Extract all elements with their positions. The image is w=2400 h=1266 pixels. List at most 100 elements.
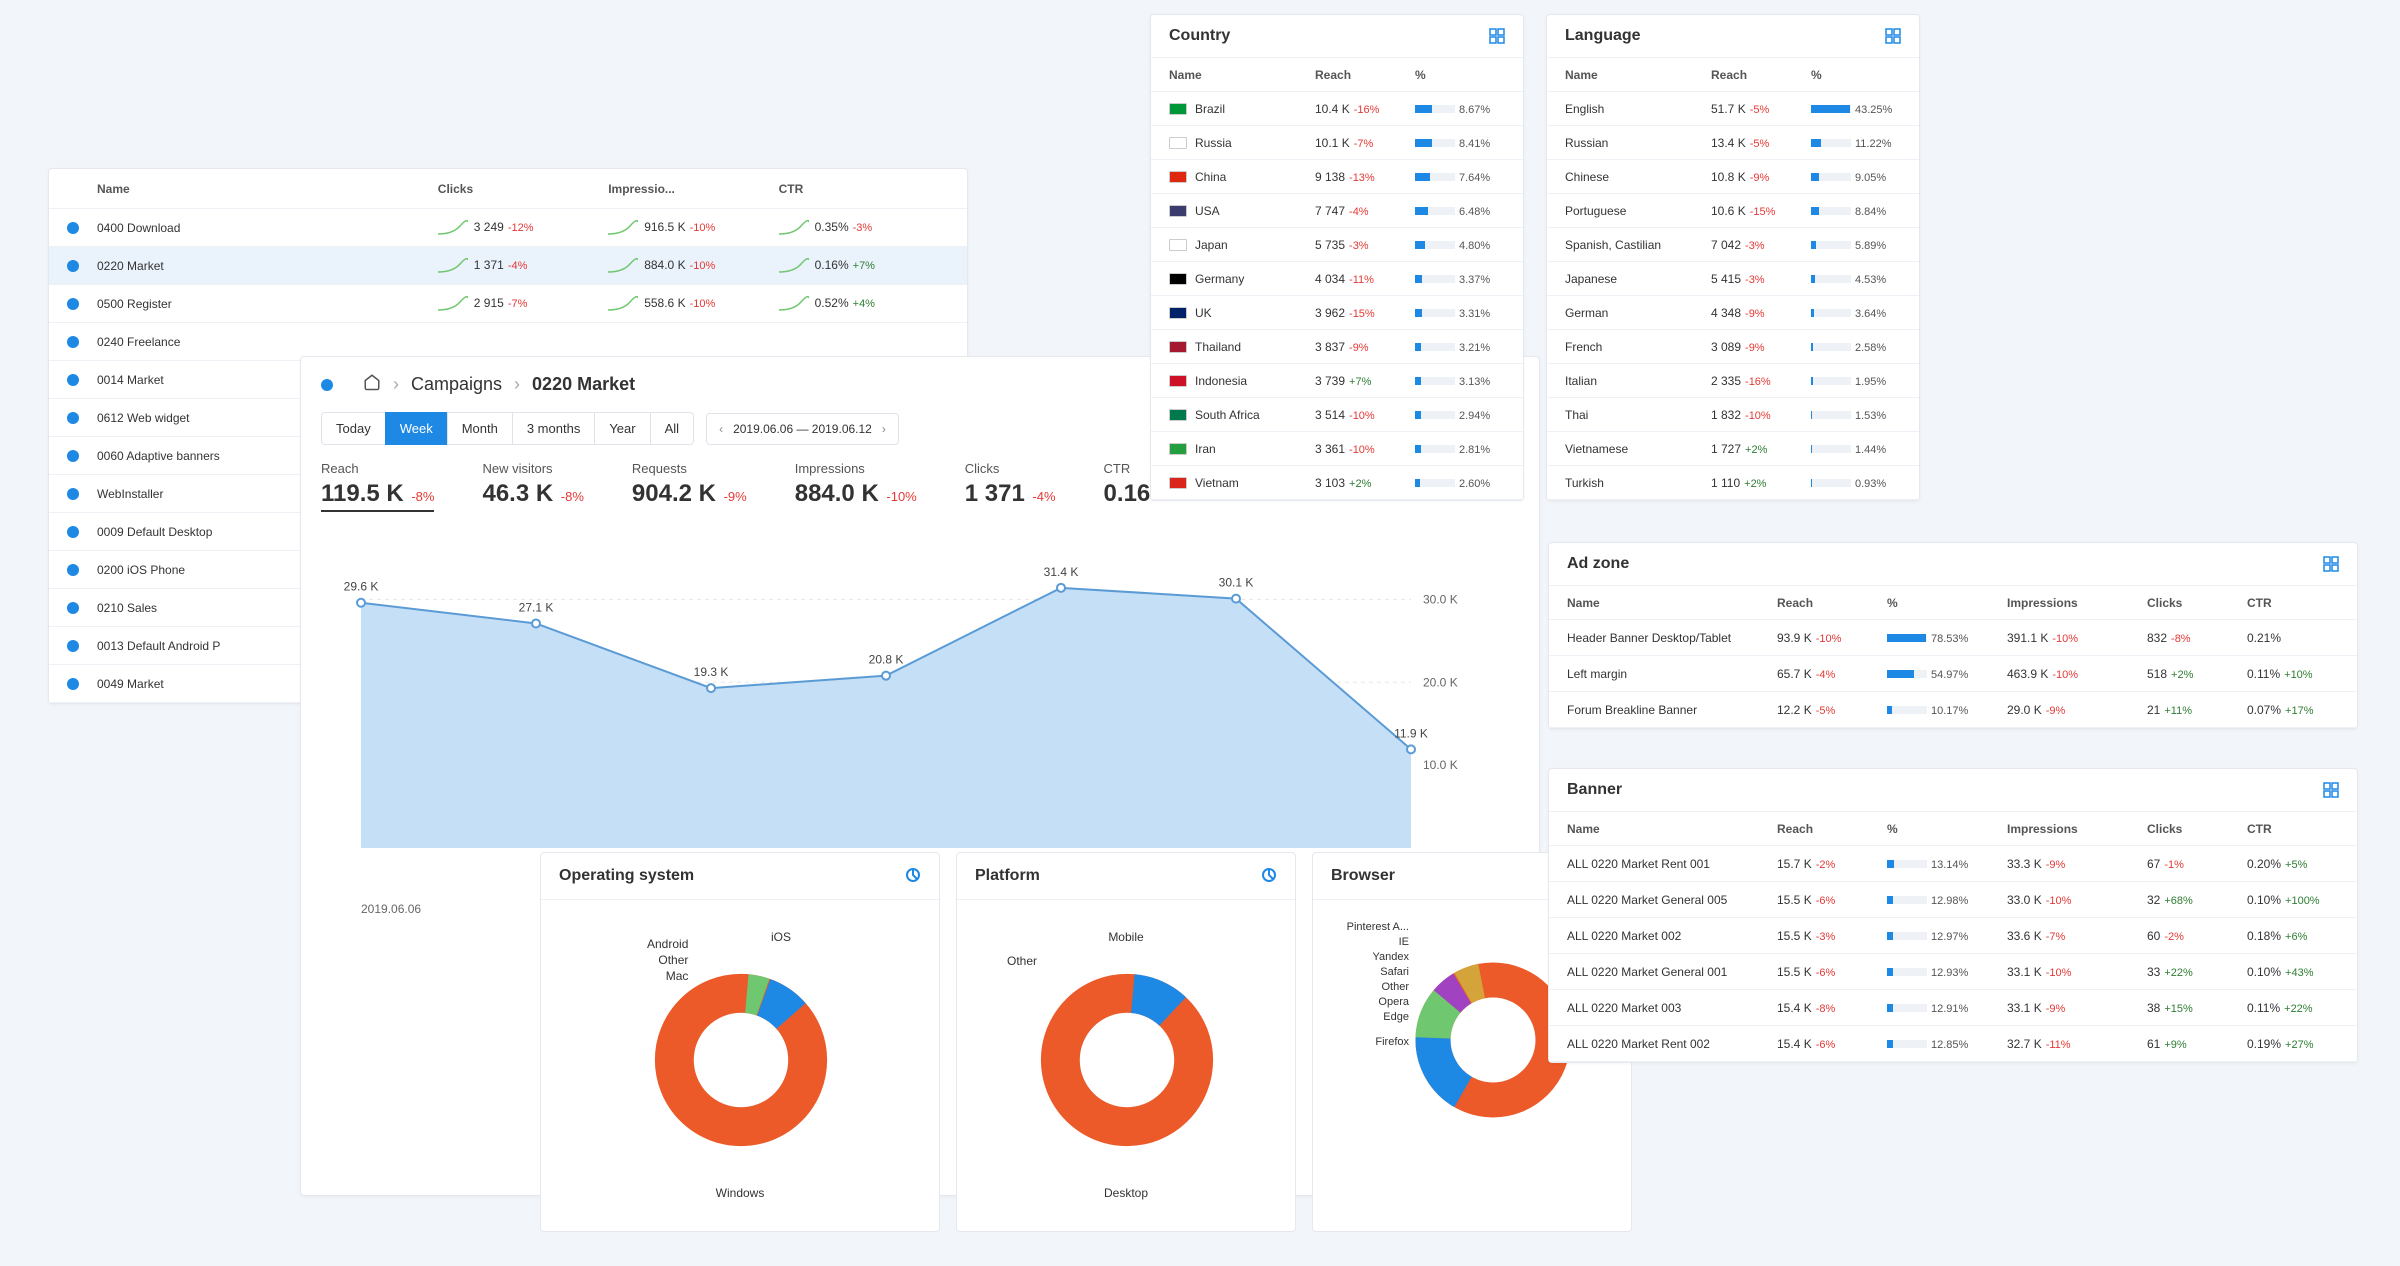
language-row[interactable]: Italian2 335-16%1.95% <box>1547 364 1919 398</box>
country-row[interactable]: China9 138-13%7.64% <box>1151 160 1523 194</box>
table-row[interactable]: ALL 0220 Market 00315.4 K-8%12.91%33.1 K… <box>1549 990 2357 1026</box>
kpi-label: Clicks <box>965 461 1056 476</box>
country-row[interactable]: Russia10.1 K-7%8.41% <box>1151 126 1523 160</box>
language-row[interactable]: Russian13.4 K-5%11.22% <box>1547 126 1919 160</box>
col-pct: % <box>1887 822 2007 836</box>
country-row[interactable]: UK3 962-15%3.31% <box>1151 296 1523 330</box>
svg-text:11.9 K: 11.9 K <box>1394 726 1428 740</box>
table-row[interactable]: ALL 0220 Market General 00115.5 K-6%12.9… <box>1549 954 2357 990</box>
table-row[interactable]: ALL 0220 Market Rent 00215.4 K-6%12.85%3… <box>1549 1026 2357 1062</box>
home-icon[interactable] <box>363 373 381 396</box>
status-dot <box>67 488 79 500</box>
language-row[interactable]: Spanish, Castilian7 042-3%5.89% <box>1547 228 1919 262</box>
reach-chart: 10.0 K20.0 K30.0 K29.6 K27.1 K19.3 K20.8… <box>321 528 1519 908</box>
svg-text:27.1 K: 27.1 K <box>519 600 554 614</box>
bc-current: 0220 Market <box>532 374 635 395</box>
col-clicks: Clicks <box>2147 596 2247 610</box>
status-dot <box>67 260 79 272</box>
table-row[interactable]: ALL 0220 Market Rent 00115.7 K-2%13.14%3… <box>1549 846 2357 882</box>
svg-text:10.0 K: 10.0 K <box>1423 758 1458 772</box>
table-row[interactable]: Left margin65.7 K-4%54.97%463.9 K-10%518… <box>1549 656 2357 692</box>
platform-label-desktop: Desktop <box>957 1186 1295 1200</box>
col-impr: Impressions <box>2007 596 2147 610</box>
campaign-row[interactable]: 0400 Download3 249-12%916.5 K-10%0.35%-3… <box>49 209 967 247</box>
period-tab[interactable]: 3 months <box>512 412 595 445</box>
status-dot <box>67 222 79 234</box>
range-next-icon[interactable]: › <box>882 422 886 436</box>
banner-panel: Banner Name Reach % Impressions Clicks C… <box>1548 768 2358 1063</box>
flag-icon <box>1169 205 1187 217</box>
kpi[interactable]: New visitors46.3 K -8% <box>482 461 583 512</box>
platform-title: Platform <box>975 867 1040 885</box>
language-row[interactable]: French3 089-9%2.58% <box>1547 330 1919 364</box>
flag-icon <box>1169 409 1187 421</box>
platform-panel: Platform Mobile Other Desktop <box>956 852 1296 1232</box>
language-row[interactable]: Japanese5 415-3%4.53% <box>1547 262 1919 296</box>
flag-icon <box>1169 477 1187 489</box>
country-row[interactable]: USA7 747-4%6.48% <box>1151 194 1523 228</box>
country-row[interactable]: South Africa3 514-10%2.94% <box>1151 398 1523 432</box>
col-pct: % <box>1415 68 1505 82</box>
language-row[interactable]: Thai1 832-10%1.53% <box>1547 398 1919 432</box>
col-reach: Reach <box>1711 68 1811 82</box>
country-row[interactable]: Iran3 361-10%2.81% <box>1151 432 1523 466</box>
language-row[interactable]: Turkish1 110+2%0.93% <box>1547 466 1919 500</box>
kpi[interactable]: Impressions884.0 K -10% <box>795 461 917 512</box>
kpi[interactable]: Clicks1 371 -4% <box>965 461 1056 512</box>
period-tab[interactable]: Week <box>385 412 448 445</box>
svg-text:19.3 K: 19.3 K <box>694 665 729 679</box>
table-row[interactable]: Forum Breakline Banner12.2 K-5%10.17%29.… <box>1549 692 2357 728</box>
country-row[interactable]: Vietnam3 103+2%2.60% <box>1151 466 1523 500</box>
bc-root[interactable]: Campaigns <box>411 374 502 395</box>
kpi-value: 904.2 K -9% <box>632 480 747 508</box>
kpi-label: Reach <box>321 461 434 476</box>
kpi[interactable]: Reach 119.5 K -8% <box>321 461 434 512</box>
date-range[interactable]: ‹ 2019.06.06 — 2019.06.12 › <box>706 413 899 445</box>
table-row[interactable]: ALL 0220 Market 00215.5 K-3%12.97%33.6 K… <box>1549 918 2357 954</box>
pie-icon[interactable] <box>905 867 921 883</box>
svg-text:29.6 K: 29.6 K <box>344 580 379 594</box>
flag-icon <box>1169 375 1187 387</box>
range-prev-icon[interactable]: ‹ <box>719 422 723 436</box>
flag-icon <box>1169 103 1187 115</box>
grid-icon[interactable] <box>2323 782 2339 798</box>
language-row[interactable]: Vietnamese1 727+2%1.44% <box>1547 432 1919 466</box>
country-row[interactable]: Thailand3 837-9%3.21% <box>1151 330 1523 364</box>
grid-icon[interactable] <box>1885 28 1901 44</box>
grid-icon[interactable] <box>1489 28 1505 44</box>
col-name: Name <box>1567 822 1777 836</box>
period-tab[interactable]: All <box>650 412 694 445</box>
language-title: Language <box>1565 27 1641 45</box>
table-row[interactable]: Header Banner Desktop/Tablet93.9 K-10%78… <box>1549 620 2357 656</box>
col-name: Name <box>97 182 438 196</box>
os-panel: Operating system Android Other Mac iOS W… <box>540 852 940 1232</box>
campaign-name: 0220 Market <box>97 259 438 273</box>
period-tab[interactable]: Today <box>321 412 386 445</box>
language-row[interactable]: Portuguese10.6 K-15%8.84% <box>1547 194 1919 228</box>
period-tab[interactable]: Year <box>594 412 650 445</box>
col-reach: Reach <box>1777 596 1887 610</box>
language-row[interactable]: English51.7 K-5%43.25% <box>1547 92 1919 126</box>
table-row[interactable]: ALL 0220 Market General 00515.5 K-6%12.9… <box>1549 882 2357 918</box>
period-tab[interactable]: Month <box>447 412 513 445</box>
kpi-label: Impressions <box>795 461 917 476</box>
col-ctr: CTR <box>2247 596 2347 610</box>
language-row[interactable]: German4 348-9%3.64% <box>1547 296 1919 330</box>
pie-icon[interactable] <box>1261 867 1277 883</box>
campaign-row[interactable]: 0220 Market1 371-4%884.0 K-10%0.16%+7% <box>49 247 967 285</box>
col-impr: Impressions <box>2007 822 2147 836</box>
adzone-title: Ad zone <box>1567 555 1629 573</box>
language-row[interactable]: Chinese10.8 K-9%9.05% <box>1547 160 1919 194</box>
col-ctr: CTR <box>779 182 949 196</box>
col-reach: Reach <box>1777 822 1887 836</box>
kpi-value: 119.5 K -8% <box>321 480 434 512</box>
country-row[interactable]: Indonesia3 739+7%3.13% <box>1151 364 1523 398</box>
kpi-label: Requests <box>632 461 747 476</box>
campaign-row[interactable]: 0500 Register2 915-7%558.6 K-10%0.52%+4% <box>49 285 967 323</box>
country-row[interactable]: Japan5 735-3%4.80% <box>1151 228 1523 262</box>
country-row[interactable]: Brazil10.4 K-16%8.67% <box>1151 92 1523 126</box>
country-row[interactable]: Germany4 034-11%3.37% <box>1151 262 1523 296</box>
kpi[interactable]: Requests 904.2 K -9% <box>632 461 747 512</box>
kpi-label: New visitors <box>482 461 583 476</box>
grid-icon[interactable] <box>2323 556 2339 572</box>
